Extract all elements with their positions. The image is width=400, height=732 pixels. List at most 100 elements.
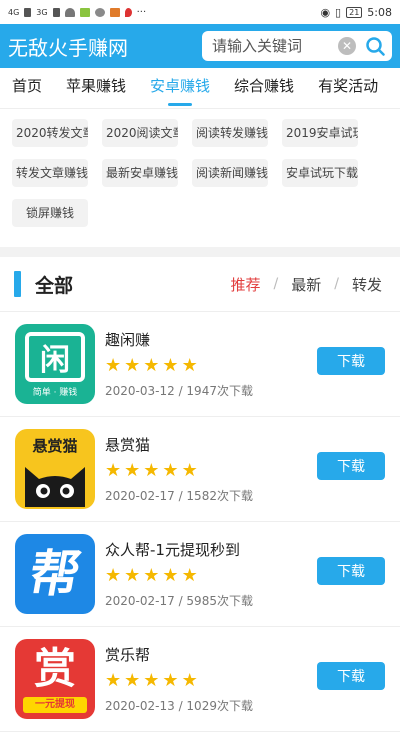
chip[interactable]: 2020转发文章 — [12, 119, 88, 147]
star-icon: ★ — [181, 355, 198, 376]
clock: 5:08 — [367, 5, 392, 19]
star-icon: ★ — [181, 670, 198, 691]
download-button[interactable]: 下载 — [317, 452, 385, 480]
star-icon: ★ — [143, 565, 160, 586]
app-list: 闲 简单 · 赚钱 趣闲赚 ★ ★ ★ ★ ★ 2020-03-12 / 1947次下载… — [0, 312, 400, 732]
section-header: 全部 推荐 / 最新 / 转发 — [0, 257, 400, 312]
star-icon: ★ — [143, 460, 160, 481]
tab-general[interactable]: 综合赚钱 — [222, 68, 306, 108]
chip[interactable]: 阅读新闻赚钱 — [192, 159, 268, 187]
star-icon: ★ — [162, 460, 179, 481]
star-icon: ★ — [124, 460, 141, 481]
sort-latest[interactable]: 最新 — [287, 274, 325, 295]
app-name[interactable]: 悬赏猫 — [105, 434, 317, 455]
tab-apple[interactable]: 苹果赚钱 — [54, 68, 138, 108]
section-title: 全部 — [35, 274, 74, 297]
status-left: 4G 3G ··· — [8, 7, 146, 18]
search-box[interactable]: ✕ — [202, 31, 392, 61]
download-button[interactable]: 下载 — [317, 557, 385, 585]
app-name[interactable]: 众人帮-1元提现秒到 — [105, 539, 317, 560]
app-meta: 2020-03-12 / 1947次下载 — [105, 384, 253, 398]
shanglebang-icon[interactable]: 赏 一元提现 — [15, 639, 95, 719]
section-divider — [0, 247, 400, 257]
search-icon[interactable] — [364, 35, 386, 57]
more-dots-icon: ··· — [136, 6, 147, 18]
clear-icon[interactable]: ✕ — [338, 37, 356, 55]
app-name[interactable]: 赏乐帮 — [105, 644, 317, 665]
download-button[interactable]: 下载 — [317, 347, 385, 375]
list-item[interactable]: 悬赏猫 悬赏猫 ★ ★ ★ ★ ★ 2020-02-17 / 1582次下载 下载 — [0, 417, 400, 522]
zhongrenbang-logo-text: 帮 — [24, 545, 86, 603]
star-icon: ★ — [124, 355, 141, 376]
quxianzhuan-logo-text: 闲 — [25, 332, 85, 382]
zhongrenbang-icon[interactable]: 帮 — [15, 534, 95, 614]
chip[interactable]: 2019安卓试玩 — [282, 119, 358, 147]
app-meta: 2020-02-17 / 5985次下载 — [105, 594, 253, 608]
star-icon: ★ — [124, 670, 141, 691]
xuanshangmao-logo-text: 悬赏猫 — [32, 437, 78, 455]
shanglebang-logo-sub: 一元提现 — [23, 697, 87, 713]
status-right: ◉ ▯ 21 5:08 — [320, 6, 392, 19]
signal-icon — [24, 7, 32, 17]
star-icon: ★ — [162, 670, 179, 691]
app-info: 悬赏猫 ★ ★ ★ ★ ★ 2020-02-17 / 1582次下载 — [105, 434, 317, 504]
app-meta: 2020-02-13 / 1029次下载 — [105, 699, 253, 713]
star-icon: ★ — [181, 565, 198, 586]
list-item[interactable]: 帮 众人帮-1元提现秒到 ★ ★ ★ ★ ★ 2020-02-17 / 5985次下载 … — [0, 522, 400, 627]
eye-icon: ◉ — [320, 5, 331, 19]
rating-stars: ★ ★ ★ ★ ★ — [105, 461, 317, 481]
app-date: 2020-02-13 — [105, 699, 175, 713]
wifi-icon — [64, 7, 75, 17]
sort-options: 推荐 / 最新 / 转发 — [227, 274, 386, 295]
app-date: 2020-02-17 — [105, 594, 175, 608]
wechat-icon — [94, 7, 105, 17]
section-marker — [14, 271, 21, 297]
tab-home[interactable]: 首页 — [0, 68, 54, 108]
battery-icon: 21 — [346, 6, 363, 18]
shanglebang-logo-text: 赏 — [33, 644, 76, 693]
star-icon: ★ — [105, 355, 122, 376]
sort-separator: / — [334, 276, 339, 292]
site-title: 无敌火手赚网 — [8, 35, 128, 60]
chip[interactable]: 安卓试玩下载 — [282, 159, 358, 187]
quxianzhuan-logo-sub: 简单 · 赚钱 — [32, 388, 78, 398]
chip[interactable]: 2020阅读文章 — [102, 119, 178, 147]
tab-android[interactable]: 安卓赚钱 — [138, 68, 222, 108]
star-icon: ★ — [143, 355, 160, 376]
sort-recommended[interactable]: 推荐 — [227, 274, 265, 295]
app-info: 众人帮-1元提现秒到 ★ ★ ★ ★ ★ 2020-02-17 / 5985次下载 — [105, 539, 317, 609]
quxianzhuan-icon[interactable]: 闲 简单 · 赚钱 — [15, 324, 95, 404]
list-item[interactable]: 闲 简单 · 赚钱 趣闲赚 ★ ★ ★ ★ ★ 2020-03-12 / 1947次下载… — [0, 312, 400, 417]
list-item[interactable]: 赏 一元提现 赏乐帮 ★ ★ ★ ★ ★ 2020-02-13 / 1029次下载 下载 — [0, 627, 400, 732]
tab-prize[interactable]: 有奖活动 — [306, 68, 390, 108]
app-info: 赏乐帮 ★ ★ ★ ★ ★ 2020-02-13 / 1029次下载 — [105, 644, 317, 714]
notification-icon — [79, 7, 90, 17]
app-info: 趣闲赚 ★ ★ ★ ★ ★ 2020-03-12 / 1947次下载 — [105, 329, 317, 399]
app-downloads: 1029次下载 — [186, 699, 253, 713]
header: 无敌火手赚网 ✕ — [0, 24, 400, 68]
star-icon: ★ — [124, 565, 141, 586]
sort-shares[interactable]: 转发 — [348, 274, 386, 295]
chip[interactable]: 阅读转发赚钱 — [192, 119, 268, 147]
app-name[interactable]: 趣闲赚 — [105, 329, 317, 350]
cat-face-icon — [25, 467, 85, 507]
star-icon: ★ — [162, 355, 179, 376]
star-icon: ★ — [105, 460, 122, 481]
sort-separator: / — [273, 276, 279, 292]
app-notify-icon — [109, 7, 120, 17]
chip[interactable]: 最新安卓赚钱 — [102, 159, 178, 187]
star-icon: ★ — [143, 670, 160, 691]
chip[interactable]: 锁屏赚钱 — [12, 199, 88, 227]
app-date: 2020-03-12 — [105, 384, 175, 398]
tag-chips: 2020转发文章 2020阅读文章 阅读转发赚钱 2019安卓试玩 转发文章赚钱… — [0, 109, 400, 233]
rating-stars: ★ ★ ★ ★ ★ — [105, 671, 317, 691]
download-button[interactable]: 下载 — [317, 662, 385, 690]
chip[interactable]: 转发文章赚钱 — [12, 159, 88, 187]
location-icon — [124, 7, 132, 17]
star-icon: ★ — [105, 565, 122, 586]
xuanshangmao-icon[interactable]: 悬赏猫 — [15, 429, 95, 509]
star-icon: ★ — [105, 670, 122, 691]
app-downloads: 1947次下载 — [186, 384, 253, 398]
vibrate-icon: ▯ — [335, 5, 342, 19]
search-input[interactable] — [210, 36, 338, 56]
